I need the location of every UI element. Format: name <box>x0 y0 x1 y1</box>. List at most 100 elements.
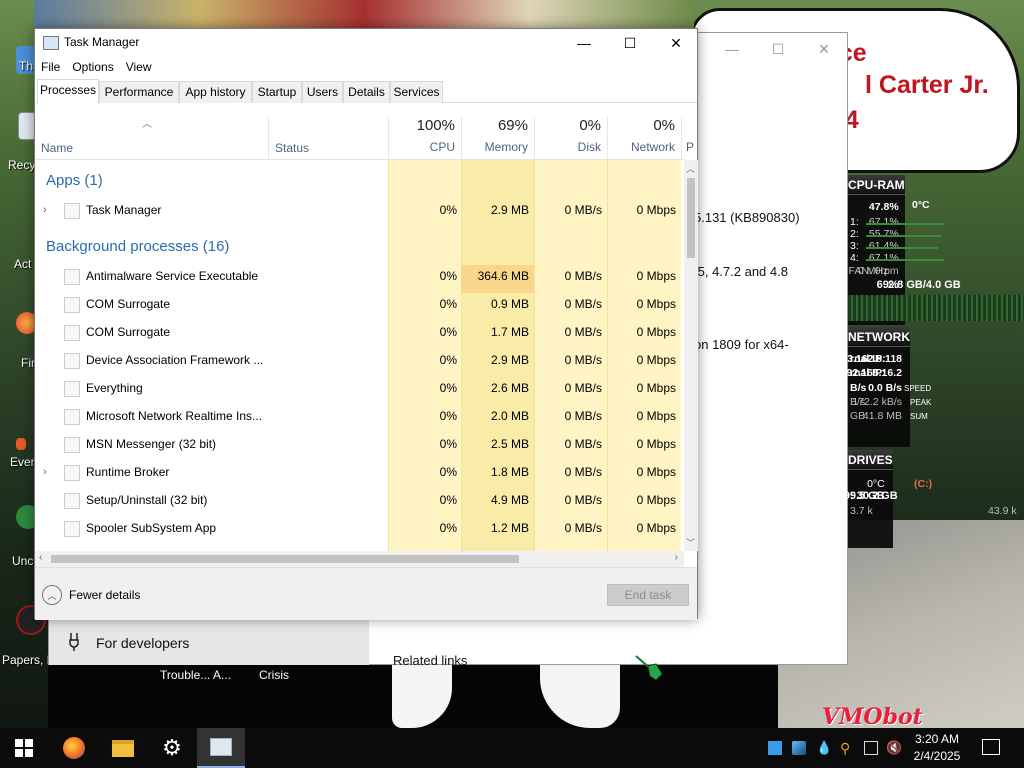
process-row[interactable]: COM Surrogate 0% 1.7 MB 0 MB/s 0 Mbps <box>35 319 685 347</box>
network-icon[interactable] <box>864 741 878 755</box>
process-disk: 0 MB/s <box>564 297 602 311</box>
taskbar-task-manager[interactable] <box>197 728 245 768</box>
process-row[interactable]: › Runtime Broker 0% 1.8 MB 0 MB/s 0 Mbps <box>35 459 685 487</box>
related-links-heading: Related links <box>393 653 468 668</box>
scroll-down-icon[interactable]: ﹀ <box>686 536 695 549</box>
for-developers-link[interactable]: For developers <box>96 635 189 651</box>
column-disk[interactable]: 0% Disk <box>534 117 607 159</box>
firefox-icon <box>63 737 85 759</box>
tab-performance[interactable]: Performance <box>99 81 179 103</box>
column-divider <box>268 117 269 159</box>
core-label: 2: <box>850 228 859 240</box>
horizontal-scrollbar[interactable]: ‹ › <box>35 551 684 567</box>
menu-file[interactable]: File <box>35 57 66 79</box>
widget-title: NETWORK <box>848 327 910 347</box>
process-icon <box>64 381 80 397</box>
tab-bar: Processes Performance App history Startu… <box>35 79 697 104</box>
process-row[interactable]: Everything 0% 2.6 MB 0 MB/s 0 Mbps <box>35 375 685 403</box>
update-line-3: on 1809 for x64- <box>694 337 789 352</box>
process-icon <box>64 409 80 425</box>
process-row[interactable]: Setup/Uninstall (32 bit) 0% 4.9 MB 0 MB/… <box>35 487 685 515</box>
tab-app-history[interactable]: App history <box>179 81 252 103</box>
column-name[interactable]: Name <box>41 141 73 155</box>
widget-title: CPU-RAM <box>848 175 905 195</box>
volume-muted-icon[interactable]: 🔇 <box>886 741 902 755</box>
footer: ︿ Fewer details End task <box>35 567 697 620</box>
title-bar[interactable]: Task Manager — ☐ ✕ <box>35 29 697 57</box>
process-network: 0 Mbps <box>636 269 676 283</box>
clock[interactable]: 3:20 AM 2/4/2025 <box>910 731 964 765</box>
process-row[interactable]: Microsoft Network Realtime Ins... 0% 2.0… <box>35 403 685 431</box>
tab-users[interactable]: Users <box>302 81 343 103</box>
process-row[interactable]: Spooler SubSystem App 0% 1.2 MB 0 MB/s 0… <box>35 515 685 543</box>
process-network: 0 Mbps <box>636 409 676 423</box>
taskbar-file-explorer[interactable] <box>99 728 147 768</box>
group-background-processes[interactable]: Background processes (16) <box>46 238 229 255</box>
disk-label: Disk <box>577 140 601 154</box>
process-cpu: 0% <box>439 521 457 535</box>
notification-icon[interactable] <box>982 739 1000 755</box>
process-icon <box>64 297 80 313</box>
taskbar-firefox[interactable] <box>50 728 98 768</box>
tab-details[interactable]: Details <box>343 81 390 103</box>
taskbar-settings[interactable]: ⚙ <box>148 728 196 768</box>
fewer-details-link[interactable]: Fewer details <box>69 588 140 602</box>
minimize-button[interactable]: — <box>561 29 607 57</box>
desktop-label: Fir <box>21 356 35 370</box>
process-row[interactable]: Antimalware Service Executable 0% 364.6 … <box>35 263 685 291</box>
close-button[interactable]: ✕ <box>653 29 699 57</box>
core-bar <box>866 259 944 261</box>
end-task-button[interactable]: End task <box>607 584 689 606</box>
process-memory: 1.2 MB <box>490 521 529 535</box>
column-memory[interactable]: 69% Memory <box>461 117 534 159</box>
tray-people-icon[interactable] <box>792 741 806 755</box>
scroll-up-icon[interactable]: ︿ <box>686 162 695 175</box>
minimize-button[interactable]: — <box>709 33 755 65</box>
process-row[interactable]: › Task Manager 0% 2.9 MB 0 MB/s 0 Mbps <box>35 197 685 225</box>
vertical-scroll-thumb[interactable] <box>687 178 695 258</box>
fan-speed: FAN: 0rpm <box>848 265 899 277</box>
process-memory: 4.9 MB <box>490 493 529 507</box>
maximize-button[interactable]: ☐ <box>607 29 653 57</box>
tab-services[interactable]: Services <box>390 81 443 103</box>
background-top-strip <box>34 0 694 28</box>
process-row[interactable]: COM Surrogate 0% 0.9 MB 0 MB/s 0 Mbps <box>35 291 685 319</box>
clock-time: 3:20 AM <box>914 732 960 746</box>
tab-processes[interactable]: Processes <box>37 79 99 104</box>
process-icon <box>64 465 80 481</box>
close-button[interactable]: ✕ <box>801 33 847 65</box>
chevron-up-icon[interactable]: ︿ <box>42 585 62 605</box>
column-cpu[interactable]: 100% CPU <box>388 117 461 159</box>
process-cpu: 0% <box>439 465 457 479</box>
tray-square-icon[interactable] <box>768 741 782 755</box>
group-apps[interactable]: Apps (1) <box>46 172 103 189</box>
power-label: P <box>686 140 695 154</box>
drive-read: 3.7 k <box>850 505 873 517</box>
maximize-button[interactable]: ☐ <box>755 33 801 65</box>
core-bar <box>866 235 941 237</box>
desktop-label-trouble: Trouble... A... <box>160 668 231 682</box>
menu-view[interactable]: View <box>120 57 158 79</box>
process-disk: 0 MB/s <box>564 493 602 507</box>
start-button[interactable] <box>0 728 48 768</box>
column-status[interactable]: Status <box>275 141 309 155</box>
column-power[interactable]: P <box>681 117 694 159</box>
tab-startup[interactable]: Startup <box>252 81 302 103</box>
update-line-2: .5, 4.7.2 and 4.8 <box>694 264 788 279</box>
process-memory: 0.9 MB <box>490 297 529 311</box>
process-cpu: 0% <box>439 493 457 507</box>
tray-search-icon[interactable]: ⚲ <box>840 741 854 755</box>
expand-chevron-icon[interactable]: › <box>43 204 47 216</box>
horizontal-scroll-thumb[interactable] <box>51 555 519 563</box>
scroll-right-icon[interactable]: › <box>675 552 678 563</box>
core-value: 61.4% <box>868 240 899 252</box>
process-row[interactable]: MSN Messenger (32 bit) 0% 2.5 MB 0 MB/s … <box>35 431 685 459</box>
tray-drop-icon[interactable]: 💧 <box>816 741 832 755</box>
process-row[interactable]: Device Association Framework ... 0% 2.9 … <box>35 347 685 375</box>
menu-options[interactable]: Options <box>66 57 119 79</box>
expand-chevron-icon[interactable]: › <box>43 466 47 478</box>
vertical-scrollbar[interactable]: ︿ ﹀ <box>684 160 698 551</box>
scroll-left-icon[interactable]: ‹ <box>39 552 42 563</box>
column-network[interactable]: 0% Network <box>607 117 681 159</box>
process-network: 0 Mbps <box>636 381 676 395</box>
